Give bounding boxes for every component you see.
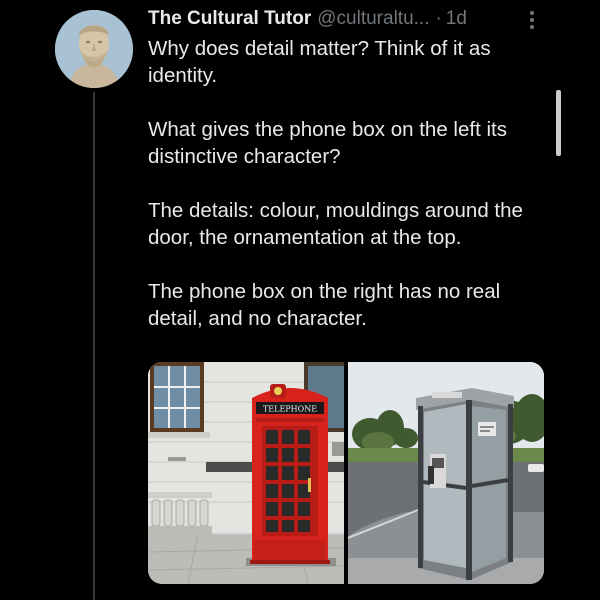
more-options-icon[interactable] xyxy=(524,9,540,31)
avatar[interactable] xyxy=(55,10,133,88)
user-handle[interactable]: @culturaltu... xyxy=(317,8,429,30)
red-telephone-box-icon: TELEPHONE xyxy=(148,362,344,584)
bust-portrait-icon xyxy=(55,10,133,88)
tweet-paragraph: The phone box on the right has no real d… xyxy=(148,280,501,330)
tweet-header: The Cultural Tutor @culturaltu... · 1d xyxy=(148,6,548,32)
tweet-media: TELEPHONE xyxy=(148,362,544,584)
media-image-left[interactable]: TELEPHONE xyxy=(148,362,344,584)
tweet-paragraph: Why does detail matter? Think of it as i… xyxy=(148,37,491,87)
display-name[interactable]: The Cultural Tutor xyxy=(148,8,311,30)
media-image-right[interactable] xyxy=(348,362,544,584)
tweet-text: Why does detail matter? Think of it as i… xyxy=(148,35,548,359)
separator-dot: · xyxy=(435,8,442,29)
thread-line xyxy=(93,92,95,600)
telephone-sign: TELEPHONE xyxy=(263,405,317,414)
tweet-paragraph: What gives the phone box on the left its… xyxy=(148,118,507,168)
tweet-paragraph: The details: colour, mouldings around th… xyxy=(148,199,523,249)
modern-phone-box-icon xyxy=(348,362,544,584)
timestamp[interactable]: 1d xyxy=(446,8,467,30)
scrollbar-thumb[interactable] xyxy=(556,90,561,156)
